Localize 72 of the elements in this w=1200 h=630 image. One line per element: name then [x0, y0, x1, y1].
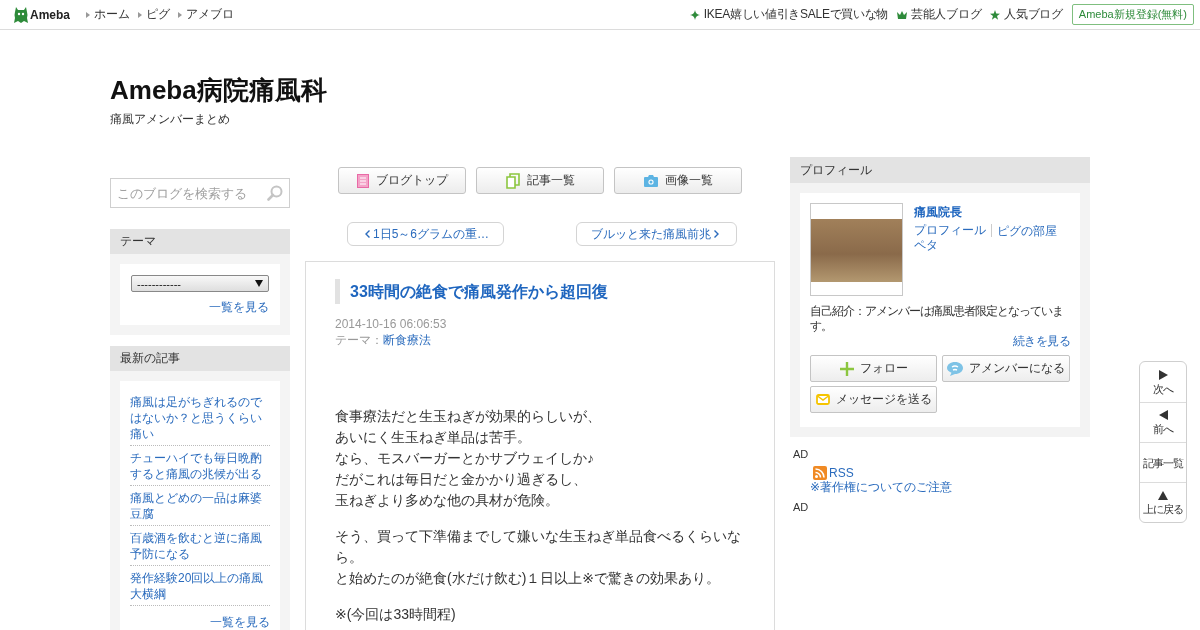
caret-right-icon: [178, 11, 182, 18]
photo-placeholder[interactable]: [810, 203, 903, 296]
profile-link[interactable]: ペタ: [914, 238, 938, 253]
profile-name-link[interactable]: 痛風院長: [914, 203, 1057, 221]
article-paragraph: 食事療法だと生玉ねぎが効果的らしいが、 あいにく生玉ねぎ単品は苦手。 なら、モスバーガーとかサブウェイしか♪ だがこれは毎日だと金かかり過ぎるし、 玉ねぎより多めな他の具材が危険。: [335, 407, 602, 510]
article-link[interactable]: 発作経験20回以上の痛風大横綱: [130, 566, 270, 606]
chevron-left-icon: [365, 230, 370, 238]
previous-article-link[interactable]: 1日5～6グラムの重…: [347, 222, 505, 246]
triangle-right-icon: [1158, 369, 1168, 380]
article-date: 2014-10-16 06:06:53: [335, 316, 448, 332]
view-all-link[interactable]: 一覧を見る: [209, 299, 269, 315]
crown-icon: [897, 10, 908, 19]
floating-nav-button[interactable]: 記事一覧: [1140, 442, 1186, 482]
documents-icon: [505, 172, 520, 189]
speech-bubble-icon: [947, 361, 963, 376]
floating-nav-button[interactable]: 次へ: [1140, 362, 1186, 402]
nav-link[interactable]: 芸能人ブログ: [897, 6, 982, 23]
rss-link[interactable]: RSS: [813, 466, 854, 480]
camera-icon: [643, 174, 658, 187]
register-button[interactable]: Ameba新規登録(無料): [1071, 4, 1194, 25]
read-more-link[interactable]: 続きを見る: [1012, 334, 1070, 349]
profile-button[interactable]: フォロー: [810, 355, 937, 382]
caret-right-icon: [138, 11, 142, 18]
panel-heading: 最新の記事: [110, 346, 290, 371]
triangle-left-icon: [1158, 410, 1168, 420]
sparkle-icon: [689, 9, 700, 20]
profile-button[interactable]: アメンバーになる: [942, 355, 1070, 382]
theme-select[interactable]: ------------: [131, 275, 269, 292]
triangle-up-icon: [1158, 490, 1168, 500]
home-logo-link[interactable]: Ameba: [14, 5, 70, 24]
caret-right-icon: [86, 11, 90, 18]
nav-link[interactable]: アメブロ: [178, 6, 234, 23]
toolbar-button[interactable]: 画像一覧: [614, 167, 742, 194]
profile-button[interactable]: メッセージを送る: [810, 386, 937, 413]
panel-heading: プロフィール: [790, 157, 1090, 183]
toolbar-button[interactable]: ブログトップ: [338, 167, 466, 194]
ad-label: AD: [792, 447, 810, 461]
theme-link[interactable]: 断食療法: [383, 332, 431, 348]
article-link[interactable]: 痛風は足がちぎれるのではないか？と思うくらい痛い: [130, 390, 270, 446]
blog-subtitle: 痛風アメンバーまとめ: [110, 111, 231, 127]
caret-down-icon: [255, 280, 263, 287]
profile-intro-text: 自己紹介：アメンバーは痛風患者限定となっています。: [810, 304, 1064, 334]
chevron-right-icon: [714, 230, 719, 238]
nav-link[interactable]: ピグ: [138, 6, 170, 23]
envelope-icon: [815, 394, 830, 405]
floating-nav-button[interactable]: 前へ: [1140, 402, 1186, 442]
logo-icon: [14, 5, 28, 24]
panel-heading: テーマ: [110, 229, 290, 254]
article-link[interactable]: チューハイでも毎日晩酌すると痛風の兆候が出る: [130, 446, 270, 486]
plus-icon: [839, 361, 854, 376]
article-title[interactable]: 33時間の絶食で痛風発作から超回復: [335, 279, 744, 304]
search-field[interactable]: このブログを検索する: [110, 178, 290, 208]
floating-nav-button[interactable]: 上に戻る: [1140, 482, 1186, 522]
copyright-notice-link[interactable]: ※著作権についてのご注意: [810, 480, 953, 495]
rss-icon: [813, 466, 827, 480]
ad-label: AD: [792, 500, 810, 514]
article-link[interactable]: 百歳酒を飲むと逆に痛風予防になる: [130, 526, 270, 566]
nav-link[interactable]: 人気ブログ: [990, 6, 1063, 23]
blog-title[interactable]: Ameba病院痛風科: [110, 74, 1090, 106]
article-link[interactable]: 痛風とどめの一品は麻婆豆腐: [130, 486, 270, 526]
profile-link[interactable]: プロフィール: [914, 223, 986, 238]
theme-label: テーマ：: [335, 332, 383, 348]
star-icon: [990, 9, 1001, 20]
view-all-link[interactable]: 一覧を見る: [210, 614, 270, 630]
notebook-icon: [356, 173, 369, 188]
profile-link[interactable]: ピグの部屋: [991, 224, 1057, 237]
toolbar-button[interactable]: 記事一覧: [476, 167, 604, 194]
nav-link[interactable]: ホーム: [86, 6, 130, 23]
article-paragraph: そう、買って下準備までして嫌いな生玉ねぎ単品食べるくらいなら。 と始めたのが絶食(水だけ飲む)１日以上※で驚きの効果あり。: [335, 527, 742, 588]
next-article-link[interactable]: ブルッと来た痛風前兆: [576, 222, 737, 246]
article-paragraph: ※(今回は33時間程): [335, 605, 457, 624]
nav-link[interactable]: IKEA嬉しい値引きSALEで買いな物: [689, 6, 889, 23]
